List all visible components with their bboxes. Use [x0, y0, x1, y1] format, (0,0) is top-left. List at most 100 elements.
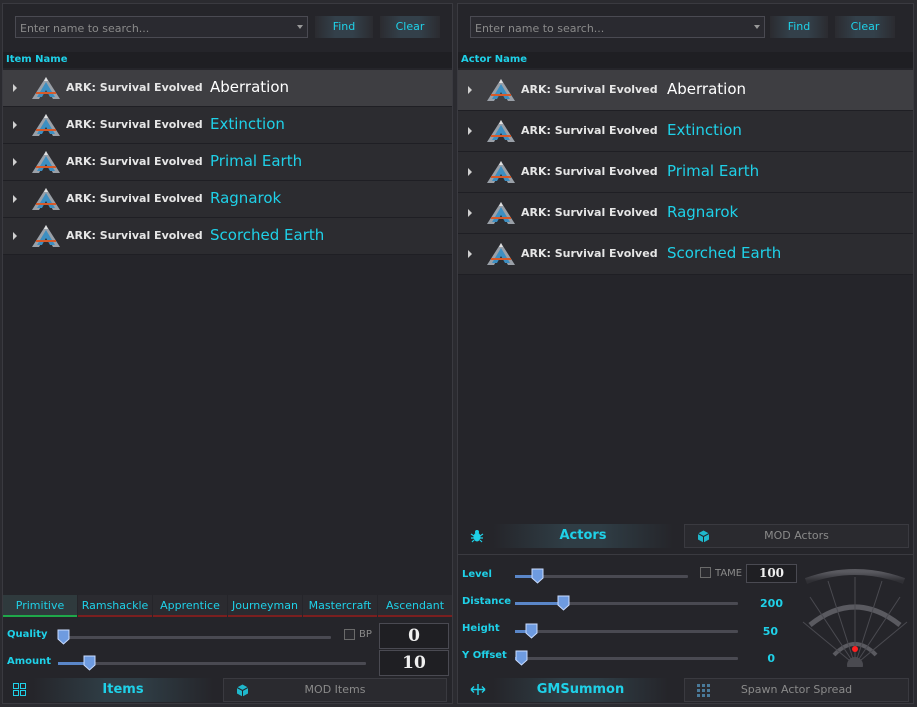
tab-spawn-actor-spread[interactable]: Spawn Actor Spread — [684, 678, 909, 702]
ark-logo-icon — [487, 243, 515, 265]
list-item[interactable]: ARK: Survival Evolved Aberration — [458, 70, 913, 111]
ark-logo-icon — [32, 151, 60, 173]
height-value: 50 — [762, 625, 778, 638]
list-item[interactable]: ARK: Survival Evolved Ragnarok — [3, 181, 452, 218]
distance-label: Distance — [462, 596, 512, 607]
chevron-right-icon[interactable] — [468, 168, 472, 176]
game-name: ARK: Survival Evolved — [66, 81, 203, 94]
radar-icon[interactable] — [800, 567, 910, 667]
list-item[interactable]: ARK: Survival Evolved Extinction — [3, 107, 452, 144]
actor-search-input[interactable] — [471, 18, 754, 39]
item-search-bar: Find Clear — [15, 16, 440, 39]
level-label: Level — [462, 569, 492, 580]
game-name: ARK: Survival Evolved — [66, 155, 203, 168]
tab-gmsummon[interactable]: GMSummon — [493, 678, 668, 702]
map-name: Scorched Earth — [667, 244, 782, 262]
tab-quality-apprentice[interactable]: Apprentice — [153, 595, 227, 617]
tab-quality-journeyman[interactable]: Journeyman — [228, 595, 302, 617]
tame-label: TAME — [715, 568, 743, 579]
tab-quality-mastercraft[interactable]: Mastercraft — [303, 595, 377, 617]
chevron-right-icon[interactable] — [13, 195, 17, 203]
game-name: ARK: Survival Evolved — [521, 83, 658, 96]
items-tab-bar: Items MOD Items — [3, 678, 452, 702]
ark-logo-icon — [487, 202, 515, 224]
cube-icon — [236, 684, 249, 697]
chevron-down-icon[interactable] — [297, 25, 303, 29]
ark-logo-icon — [487, 161, 515, 183]
ark-logo-icon — [32, 225, 60, 247]
list-item[interactable]: ARK: Survival Evolved Ragnarok — [458, 193, 913, 234]
map-name: Extinction — [210, 115, 285, 133]
chevron-right-icon[interactable] — [13, 232, 17, 240]
quality-label: Quality — [7, 629, 48, 640]
quality-value-field[interactable]: 0 — [379, 623, 449, 649]
game-name: ARK: Survival Evolved — [521, 124, 658, 137]
map-name: Scorched Earth — [210, 226, 325, 244]
item-clear-button[interactable]: Clear — [380, 16, 440, 38]
chevron-right-icon[interactable] — [13, 121, 17, 129]
tab-quality-ascendant[interactable]: Ascendant — [378, 595, 452, 617]
actor-search-combobox[interactable] — [470, 16, 765, 39]
amount-slider-thumb[interactable] — [83, 655, 96, 671]
game-name: ARK: Survival Evolved — [521, 247, 658, 260]
list-item[interactable]: ARK: Survival Evolved Aberration — [3, 70, 452, 107]
grid-icon — [13, 683, 26, 696]
bp-checkbox[interactable] — [344, 629, 355, 640]
tab-mod-items[interactable]: MOD Items — [223, 678, 447, 702]
map-name: Ragnarok — [210, 189, 282, 207]
list-item[interactable]: ARK: Survival Evolved Scorched Earth — [458, 234, 913, 275]
game-name: ARK: Survival Evolved — [66, 118, 203, 131]
distance-slider[interactable] — [515, 595, 738, 611]
y-offset-slider[interactable] — [515, 650, 738, 666]
actor-search-bar: Find Clear — [470, 16, 910, 39]
tab-mod-actors[interactable]: MOD Actors — [684, 524, 909, 548]
tab-mod-items-label: MOD Items — [304, 683, 366, 696]
amount-slider[interactable] — [58, 655, 366, 671]
distance-slider-thumb[interactable] — [557, 595, 570, 611]
chevron-down-icon[interactable] — [754, 25, 760, 29]
list-item[interactable]: ARK: Survival Evolved Scorched Earth — [3, 218, 452, 255]
item-find-button[interactable]: Find — [315, 16, 373, 38]
level-slider-thumb[interactable] — [531, 568, 544, 584]
list-item[interactable]: ARK: Survival Evolved Primal Earth — [3, 144, 452, 181]
list-item[interactable]: ARK: Survival Evolved Extinction — [458, 111, 913, 152]
tab-quality-primitive[interactable]: Primitive — [3, 595, 77, 617]
map-name: Primal Earth — [210, 152, 303, 170]
quality-slider-thumb[interactable] — [57, 629, 70, 645]
amount-value-field[interactable]: 10 — [379, 650, 449, 676]
item-name-column-header[interactable]: Item Name — [3, 52, 452, 68]
level-value-field[interactable]: 100 — [746, 564, 797, 583]
tab-quality-ramshackle[interactable]: Ramshackle — [78, 595, 152, 617]
bp-label: BP — [359, 629, 372, 640]
chevron-right-icon[interactable] — [13, 158, 17, 166]
quality-slider[interactable] — [57, 629, 331, 645]
item-search-input[interactable] — [16, 18, 297, 39]
tab-actors[interactable]: Actors — [493, 524, 673, 548]
list-item[interactable]: ARK: Survival Evolved Primal Earth — [458, 152, 913, 193]
tab-mod-actors-label: MOD Actors — [764, 529, 829, 542]
height-slider[interactable] — [515, 623, 738, 639]
chevron-right-icon[interactable] — [468, 86, 472, 94]
map-name: Ragnarok — [667, 203, 739, 221]
map-name: Primal Earth — [667, 162, 760, 180]
chevron-right-icon[interactable] — [468, 209, 472, 217]
items-panel: Find Clear Item Name ARK: Survival Evolv… — [2, 3, 453, 704]
amount-label: Amount — [7, 656, 52, 667]
item-search-combobox[interactable] — [15, 16, 308, 39]
chevron-right-icon[interactable] — [13, 84, 17, 92]
actor-clear-button[interactable]: Clear — [835, 16, 895, 38]
actor-name-column-header[interactable]: Actor Name — [458, 52, 913, 68]
height-slider-thumb[interactable] — [525, 623, 538, 639]
chevron-right-icon[interactable] — [468, 127, 472, 135]
tab-spawn-actor-spread-label: Spawn Actor Spread — [740, 683, 853, 696]
ark-logo-icon — [32, 77, 60, 99]
y-offset-slider-thumb[interactable] — [515, 650, 528, 666]
tame-checkbox[interactable] — [700, 567, 711, 578]
actor-find-button[interactable]: Find — [770, 16, 828, 38]
level-slider[interactable] — [515, 568, 688, 584]
tab-items[interactable]: Items — [33, 678, 213, 702]
ark-logo-icon — [32, 114, 60, 136]
summon-tab-bar: GMSummon Spawn Actor Spread — [458, 678, 913, 702]
chevron-right-icon[interactable] — [468, 250, 472, 258]
actors-tab-bar: Actors MOD Actors — [458, 524, 913, 548]
